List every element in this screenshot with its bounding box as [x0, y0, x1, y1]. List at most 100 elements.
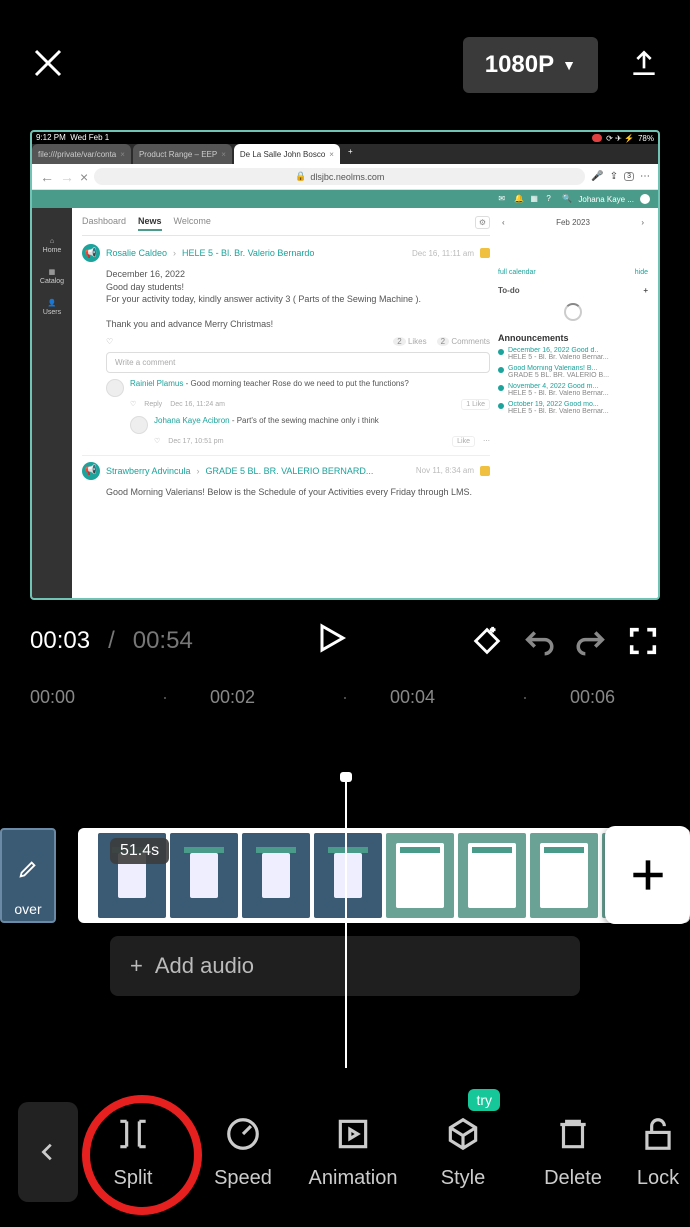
- avatar[interactable]: [640, 194, 650, 204]
- comment-time: Dec 17, 10:51 pm: [168, 438, 223, 445]
- grid-icon: ▦: [49, 268, 56, 276]
- device-statusbar: 9:12 PM Wed Feb 1 ⟳ ✈ ⚡78%: [32, 132, 658, 144]
- feed-post: 📢 Rosalie Caldeo › HELE 5 - Bl. Br. Vale…: [82, 244, 490, 447]
- stop-icon[interactable]: ×: [80, 169, 88, 185]
- try-badge: try: [468, 1089, 500, 1111]
- comment-author[interactable]: Rainiel Plamus: [130, 379, 183, 388]
- add-todo-icon[interactable]: +: [643, 286, 648, 295]
- close-button[interactable]: [30, 45, 66, 86]
- lock-icon: 🔒: [295, 171, 306, 182]
- tab-dashboard[interactable]: Dashboard: [82, 216, 126, 231]
- post-time: Dec 16, 11:11 am: [412, 249, 474, 258]
- cover-clip[interactable]: over: [0, 828, 56, 923]
- post-avatar-icon: 📢: [82, 244, 100, 262]
- post-class[interactable]: HELE 5 - Bl. Br. Valerio Bernardo: [182, 248, 314, 258]
- browser-tabbar: file:///private/var/conta× Product Range…: [32, 144, 658, 164]
- more-icon[interactable]: ⋯: [483, 437, 490, 445]
- browser-tab[interactable]: file:///private/var/conta×: [32, 144, 131, 164]
- user-label[interactable]: Johana Kaye ...: [578, 195, 634, 204]
- comment-input[interactable]: Write a comment: [106, 352, 490, 373]
- lock-tool[interactable]: Lock: [628, 1115, 688, 1190]
- edit-icon: [17, 858, 39, 883]
- announcement-item[interactable]: November 4, 2022 Good m...HELE 5 - Bl. B…: [498, 383, 648, 397]
- search-icon[interactable]: 🔍: [562, 194, 572, 204]
- playhead[interactable]: [345, 778, 347, 1068]
- sidebar-item-users[interactable]: 👤Users: [43, 299, 61, 316]
- toolbar-back-button[interactable]: [18, 1102, 78, 1202]
- back-arrow-icon[interactable]: ←: [40, 169, 54, 185]
- keyframe-button[interactable]: [470, 624, 504, 658]
- heart-icon[interactable]: ♡: [106, 337, 113, 346]
- todo-header: To-do: [498, 286, 520, 295]
- hide-link[interactable]: hide: [635, 269, 648, 276]
- gear-icon[interactable]: ⚙: [475, 216, 490, 229]
- clip-thumbnail: [314, 833, 382, 918]
- delete-tool[interactable]: Delete: [518, 1115, 628, 1190]
- address-input[interactable]: 🔒dlsjbc.neolms.com: [94, 168, 585, 185]
- tab-news[interactable]: News: [138, 216, 162, 231]
- more-icon[interactable]: ⋯: [640, 171, 650, 182]
- video-track[interactable]: [78, 828, 690, 923]
- mail-icon[interactable]: ✉: [498, 194, 508, 204]
- sidebar-item-catalog[interactable]: ▦Catalog: [40, 268, 64, 285]
- animation-tool[interactable]: Animation: [298, 1115, 408, 1190]
- post-class[interactable]: GRADE 5 BL. BR. VALERIO BERNARD...: [206, 466, 374, 476]
- comment-item: Johana Kaye Acibron - Part's of the sewi…: [130, 416, 490, 434]
- undo-button[interactable]: [522, 624, 556, 658]
- comment-time: Dec 16, 11:24 am: [170, 401, 225, 408]
- announcement-item[interactable]: October 19, 2022 Good mo...HELE 5 - Bl. …: [498, 401, 648, 415]
- home-icon: ⌂: [50, 238, 54, 245]
- tabs-count-icon[interactable]: 3: [624, 172, 634, 181]
- comment-avatar: [106, 379, 124, 397]
- plus-icon: +: [130, 953, 143, 979]
- calendar-icon[interactable]: ▦: [530, 194, 540, 204]
- feed-post: 📢 Strawberry Advincula › GRADE 5 BL. BR.…: [82, 455, 490, 499]
- add-clip-button[interactable]: [605, 826, 690, 924]
- lms-sidebar: ⌂Home ▦Catalog 👤Users: [32, 208, 72, 600]
- tab-welcome[interactable]: Welcome: [174, 216, 211, 231]
- bell-icon[interactable]: 🔔: [514, 194, 524, 204]
- clip-thumbnail: [170, 833, 238, 918]
- flag-icon: [480, 466, 490, 476]
- current-time: 00:03: [30, 627, 90, 655]
- time-ruler: 00:00 · 00:02 · 00:04 · 00:06: [0, 687, 690, 708]
- resolution-dropdown[interactable]: 1080P ▼: [463, 37, 598, 93]
- play-button[interactable]: [313, 620, 349, 661]
- speed-tool[interactable]: Speed: [188, 1115, 298, 1190]
- style-tool[interactable]: try Style: [408, 1115, 518, 1190]
- browser-tab[interactable]: Product Range – EEP×: [133, 144, 232, 164]
- side-panel: ‹ Feb 2023 › full calendar hide To-do + …: [498, 216, 648, 600]
- post-author[interactable]: Strawberry Advincula: [106, 466, 191, 476]
- clip-thumbnail: [458, 833, 526, 918]
- export-button[interactable]: [628, 47, 660, 84]
- announcement-item[interactable]: Good Morning Valerians! B...GRADE 5 BL. …: [498, 365, 648, 379]
- heart-icon[interactable]: ♡: [130, 400, 136, 408]
- next-month-icon[interactable]: ›: [641, 218, 644, 227]
- like-button[interactable]: 1 Like: [461, 399, 490, 410]
- help-icon[interactable]: ?: [546, 194, 556, 204]
- split-label: Split: [114, 1167, 153, 1190]
- video-preview[interactable]: 9:12 PM Wed Feb 1 ⟳ ✈ ⚡78% file:///priva…: [30, 130, 660, 600]
- reply-link[interactable]: Reply: [144, 401, 162, 408]
- new-tab-button[interactable]: +: [342, 144, 359, 164]
- forward-arrow-icon[interactable]: →: [60, 169, 74, 185]
- post-author[interactable]: Rosalie Caldeo: [106, 248, 167, 258]
- browser-tab-active[interactable]: De La Salle John Bosco×: [234, 144, 340, 164]
- prev-month-icon[interactable]: ‹: [502, 218, 505, 227]
- resolution-label: 1080P: [485, 51, 554, 79]
- split-tool[interactable]: Split: [78, 1115, 188, 1190]
- fullscreen-button[interactable]: [626, 624, 660, 658]
- full-calendar-link[interactable]: full calendar: [498, 269, 536, 276]
- redo-button[interactable]: [574, 624, 608, 658]
- like-button[interactable]: Like: [452, 436, 475, 447]
- announcement-item[interactable]: December 16, 2022 Good d..HELE 5 - Bl. B…: [498, 347, 648, 361]
- clip-thumbnail: [242, 833, 310, 918]
- heart-icon[interactable]: ♡: [154, 437, 160, 445]
- comment-author[interactable]: Johana Kaye Acibron: [154, 416, 230, 425]
- announcements-header: Announcements: [498, 333, 648, 343]
- timeline[interactable]: 00:00 · 00:02 · 00:04 · 00:06 over 51.4s: [0, 681, 690, 1048]
- sidebar-item-home[interactable]: ⌂Home: [43, 238, 62, 254]
- post-body: Good Morning Valerians! Below is the Sch…: [106, 486, 490, 499]
- share-icon[interactable]: ⇪: [610, 171, 618, 182]
- mic-icon[interactable]: 🎤: [591, 171, 603, 182]
